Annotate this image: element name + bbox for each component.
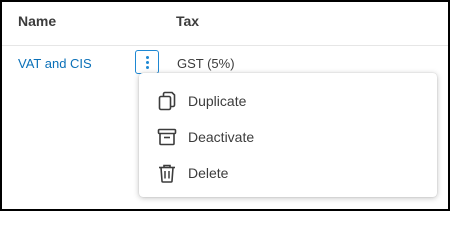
table-header: Name Tax [2, 2, 448, 46]
menu-item-deactivate[interactable]: Deactivate [139, 119, 437, 155]
archive-icon [156, 126, 178, 148]
tax-table-panel: Name Tax VAT and CIS GST (5%) Duplicate [0, 0, 450, 211]
menu-item-label: Deactivate [188, 129, 255, 145]
column-header-name: Name [18, 13, 57, 29]
duplicate-icon [156, 90, 178, 112]
more-vertical-icon-dot [146, 66, 149, 69]
menu-item-duplicate[interactable]: Duplicate [139, 83, 437, 119]
column-header-tax: Tax [176, 13, 200, 29]
trash-icon [156, 162, 178, 184]
row-tax-value: GST (5%) [177, 56, 235, 71]
menu-item-label: Duplicate [188, 93, 247, 109]
more-vertical-icon-dot [146, 61, 149, 64]
row-name-link[interactable]: VAT and CIS [18, 56, 92, 71]
row-actions-button[interactable] [135, 50, 159, 74]
more-vertical-icon [146, 56, 149, 59]
row-actions-menu: Duplicate Deactivate Delete [139, 73, 437, 197]
menu-item-label: Delete [188, 165, 229, 181]
menu-item-delete[interactable]: Delete [139, 155, 437, 191]
